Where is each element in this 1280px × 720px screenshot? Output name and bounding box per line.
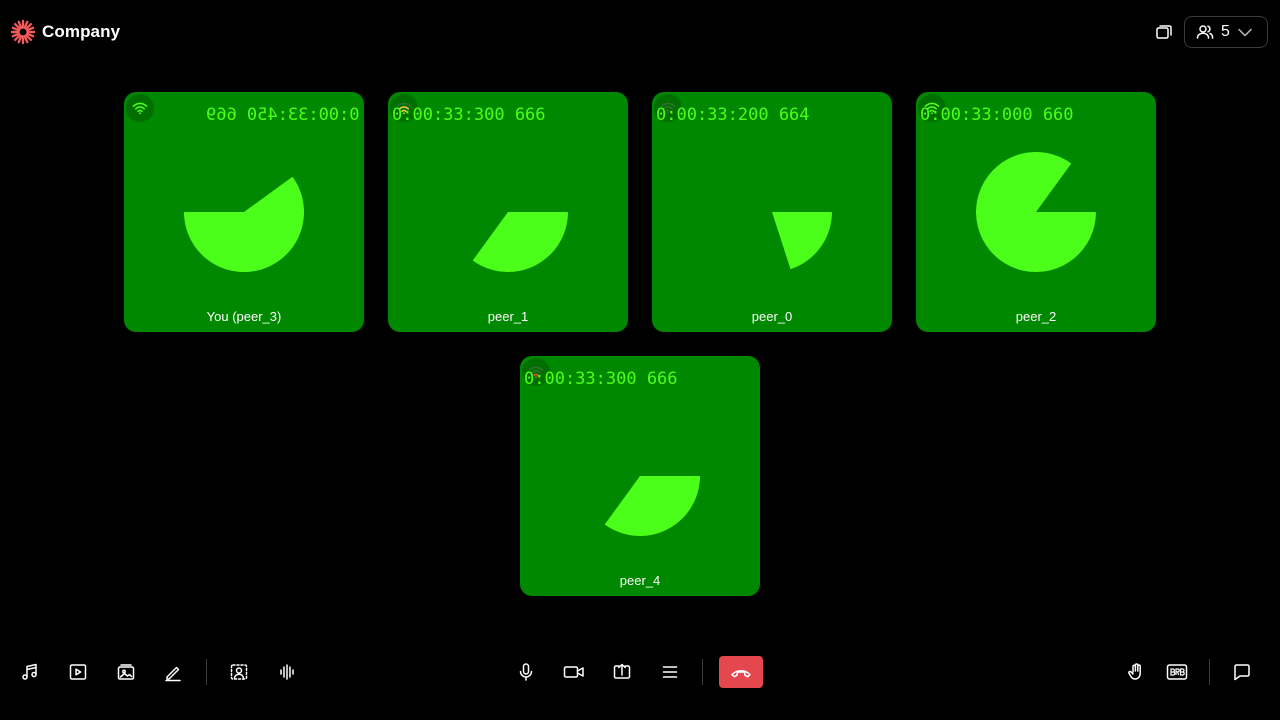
noise-suppression-button[interactable] — [269, 654, 305, 690]
chevron-down-icon — [1238, 28, 1252, 37]
company-logo-icon — [10, 19, 36, 45]
participant-name: You (peer_3) — [206, 309, 282, 324]
camera-icon — [563, 666, 584, 678]
video-pie-shape — [976, 152, 1096, 273]
participant-name: peer_1 — [487, 309, 529, 324]
whiteboard-icon — [165, 666, 181, 682]
brb-icon — [1166, 664, 1188, 680]
video-pie-shape — [184, 176, 304, 273]
virtual-background-button[interactable] — [221, 654, 257, 690]
participant-count: 5 — [1221, 23, 1230, 40]
virtual-background-icon — [230, 664, 248, 680]
video-tile-peer-2[interactable]: 0:00:33:000 660 peer_2 — [916, 92, 1156, 332]
brb-button[interactable] — [1159, 654, 1195, 690]
screen-share-icon — [613, 663, 631, 679]
embed-button[interactable] — [108, 654, 144, 690]
participant-name: peer_4 — [619, 573, 661, 588]
video-timestamp: 0:00:33:300 666 — [524, 369, 678, 389]
video-pie-shape — [472, 212, 568, 272]
raise-hand-button[interactable] — [1118, 654, 1154, 690]
video-timestamp: 0:00:33:450 669 — [206, 105, 360, 125]
more-menu-icon — [662, 666, 678, 678]
camera-button[interactable] — [556, 654, 592, 690]
raise-hand-icon — [1128, 663, 1141, 680]
participants-button[interactable]: 5 — [1184, 16, 1268, 48]
video-tile-peer-1[interactable]: 0:00:33:300 666 peer_1 — [388, 92, 628, 332]
brand-name: Company — [42, 22, 121, 41]
video-tile-peer-0[interactable]: 0:00:33:200 664 peer_0 — [652, 92, 892, 332]
embed-icon — [117, 664, 135, 680]
whiteboard-button[interactable] — [155, 654, 191, 690]
end-call-icon — [731, 670, 751, 678]
chat-button[interactable] — [1224, 654, 1260, 690]
video-tile-peer-4[interactable]: 0:00:33:300 666 peer_4 — [520, 356, 760, 596]
toolbar-divider — [1209, 659, 1210, 685]
microphone-icon — [519, 663, 533, 681]
network-quality-icon — [126, 94, 154, 122]
video-playlist-icon — [69, 664, 87, 680]
toolbar-divider — [206, 659, 207, 685]
end-call-button[interactable] — [719, 656, 763, 688]
video-timestamp: 0:00:33:300 666 — [392, 105, 546, 125]
video-playlist-button[interactable] — [60, 654, 96, 690]
toolbar-divider — [702, 659, 703, 685]
music-icon — [22, 663, 37, 680]
brand: Company — [10, 18, 120, 46]
screen-share-button[interactable] — [604, 654, 640, 690]
more-menu-button[interactable] — [652, 654, 688, 690]
layout-icon — [1156, 25, 1172, 39]
layout-toggle-button[interactable] — [1150, 18, 1178, 46]
chat-icon — [1234, 664, 1250, 681]
video-tile-self[interactable]: 0:00:33:450 669 You (peer_3) — [124, 92, 364, 332]
video-pie-shape — [604, 476, 700, 536]
music-button[interactable] — [12, 654, 48, 690]
video-timestamp: 0:00:33:200 664 — [656, 105, 810, 125]
video-timestamp: 0:00:33:000 660 — [920, 105, 1074, 125]
participant-name: peer_2 — [1015, 309, 1057, 324]
participants-icon — [1196, 25, 1214, 39]
microphone-button[interactable] — [508, 654, 544, 690]
video-pie-shape — [772, 212, 832, 270]
noise-suppression-icon — [280, 664, 294, 680]
participant-name: peer_0 — [751, 309, 793, 324]
